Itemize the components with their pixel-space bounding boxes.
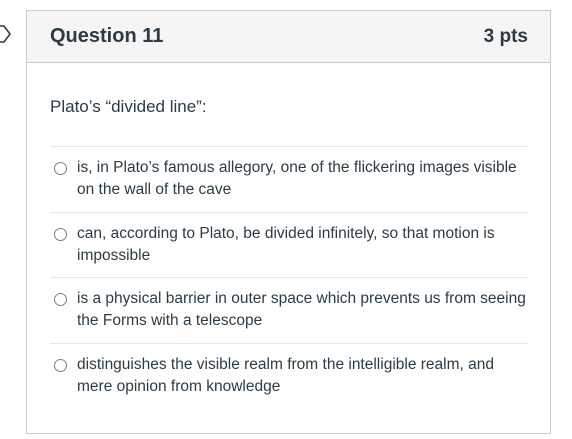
radio-button[interactable] [54,293,67,306]
answer-option-1[interactable]: is, in Plato’s famous allegory, one of t… [50,147,528,213]
answer-label: is a physical barrier in outer space whi… [77,290,526,329]
answer-label: distinguishes the visible realm from the… [77,355,494,395]
answer-option-3[interactable]: is a physical barrier in outer space whi… [50,278,528,344]
answer-option-2[interactable]: can, according to Plato, be divided infi… [50,213,528,278]
question-title: Question 11 [50,25,164,47]
radio-button[interactable] [54,358,67,372]
question-points: 3 pts [483,25,528,47]
radio-button[interactable] [54,162,67,175]
answer-label: can, according to Plato, be divided infi… [77,224,495,264]
question-prompt: Plato’s “divided line”: [50,97,207,116]
question-body: Plato’s “divided line”: is, in Plato’s f… [27,63,550,409]
answer-label: is, in Plato’s famous allegory, one of t… [77,159,517,198]
flag-marker-icon[interactable] [0,25,12,43]
question-header: Question 11 3 pts [27,11,550,63]
radio-button[interactable] [54,227,67,241]
answer-option-4[interactable]: distinguishes the visible realm from the… [50,344,528,410]
question-card: Question 11 3 pts Plato’s “divided line”… [26,10,551,434]
answer-list: is, in Plato’s famous allegory, one of t… [50,146,528,409]
